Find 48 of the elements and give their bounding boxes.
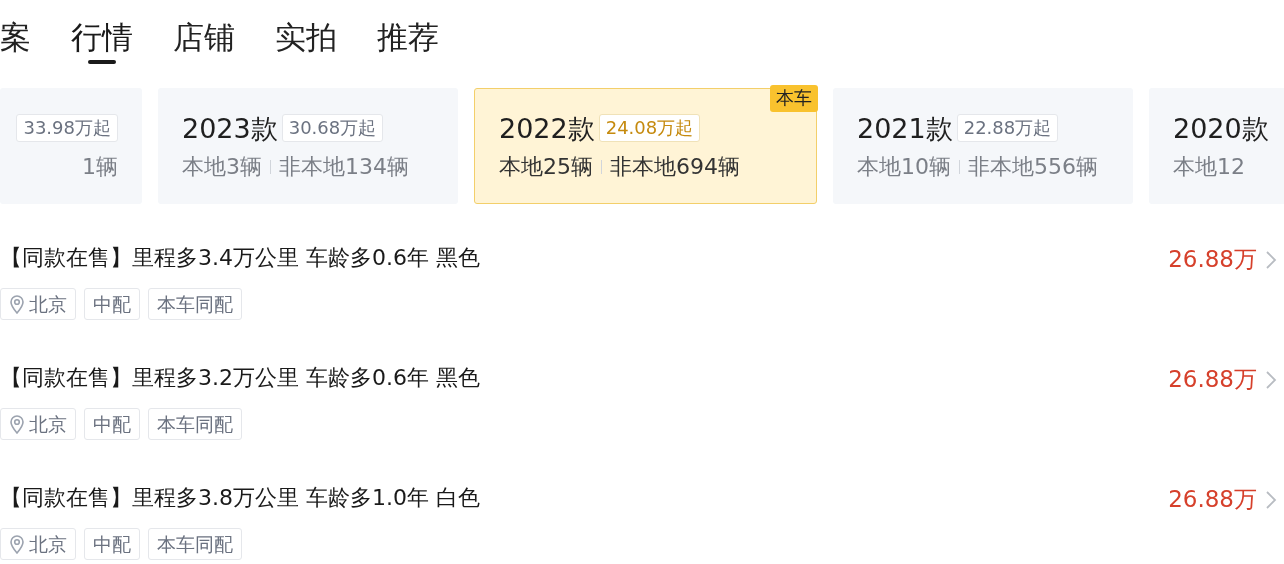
model-year-card[interactable]: 33.98万起 1辆: [0, 88, 142, 204]
model-year: 2021款: [857, 114, 953, 142]
price-tag: 30.68万起: [281, 113, 384, 143]
model-year: 2022款: [499, 114, 595, 142]
location-tag: 北京: [0, 528, 76, 560]
model-year-card[interactable]: 2023款 30.68万起 本地3辆 非本地134辆: [158, 88, 458, 204]
listing-title[interactable]: 【同款在售】里程多3.2万公里 车龄多0.6年 黑色: [0, 362, 1169, 394]
price-tag: 24.08万起: [598, 113, 701, 143]
model-year-card[interactable]: 2021款 22.88万起 本地10辆 非本地556辆: [833, 88, 1133, 204]
current-car-badge: 本车: [770, 85, 818, 112]
listing-price: 26.88万: [1168, 485, 1257, 514]
location-pin-icon: [9, 534, 25, 554]
nonlocal-count: 非本地556辆: [968, 156, 1098, 179]
price-tag: 33.98万起: [16, 113, 118, 143]
listing-price: 26.88万: [1168, 245, 1257, 274]
listing-title[interactable]: 【同款在售】里程多3.4万公里 车龄多0.6年 黑色: [0, 242, 1169, 274]
location-pin-icon: [9, 294, 25, 314]
chevron-right-icon[interactable]: [1265, 490, 1277, 510]
tab[interactable]: 实拍: [275, 16, 337, 78]
tab[interactable]: 店铺: [173, 16, 235, 78]
local-count: 本地3辆: [182, 156, 262, 179]
model-year: 2020款: [1173, 114, 1269, 142]
chevron-right-icon[interactable]: [1265, 370, 1277, 390]
feature-tag: 本车同配: [148, 288, 242, 320]
location-tag: 北京: [0, 408, 76, 440]
model-year-card[interactable]: 2020款 本地12: [1149, 88, 1284, 204]
tab[interactable]: 推荐: [377, 16, 439, 78]
location-pin-icon: [9, 414, 25, 434]
nonlocal-count: 非本地694辆: [610, 156, 740, 179]
location-tag: 北京: [0, 288, 76, 320]
tab[interactable]: 案: [0, 16, 31, 78]
listing-price: 26.88万: [1168, 365, 1257, 394]
chevron-right-icon[interactable]: [1265, 250, 1277, 270]
feature-tag: 本车同配: [148, 528, 242, 560]
local-count: 本地12: [1173, 155, 1245, 178]
model-year-card[interactable]: 2022款 24.08万起 本地25辆 非本地694辆 本车: [474, 88, 817, 204]
feature-tag: 中配: [84, 288, 140, 320]
feature-tag: 中配: [84, 408, 140, 440]
listing-title[interactable]: 【同款在售】里程多3.8万公里 车龄多1.0年 白色: [0, 482, 1169, 514]
price-tag: 22.88万起: [956, 113, 1059, 143]
local-count: 本地25辆: [499, 156, 593, 179]
model-year: 2023款: [182, 114, 278, 142]
local-count: 1辆: [82, 156, 118, 179]
feature-tag: 中配: [84, 528, 140, 560]
tab[interactable]: 行情: [71, 16, 133, 78]
nonlocal-count: 非本地134辆: [279, 156, 409, 179]
local-count: 本地10辆: [857, 156, 951, 179]
feature-tag: 本车同配: [148, 408, 242, 440]
